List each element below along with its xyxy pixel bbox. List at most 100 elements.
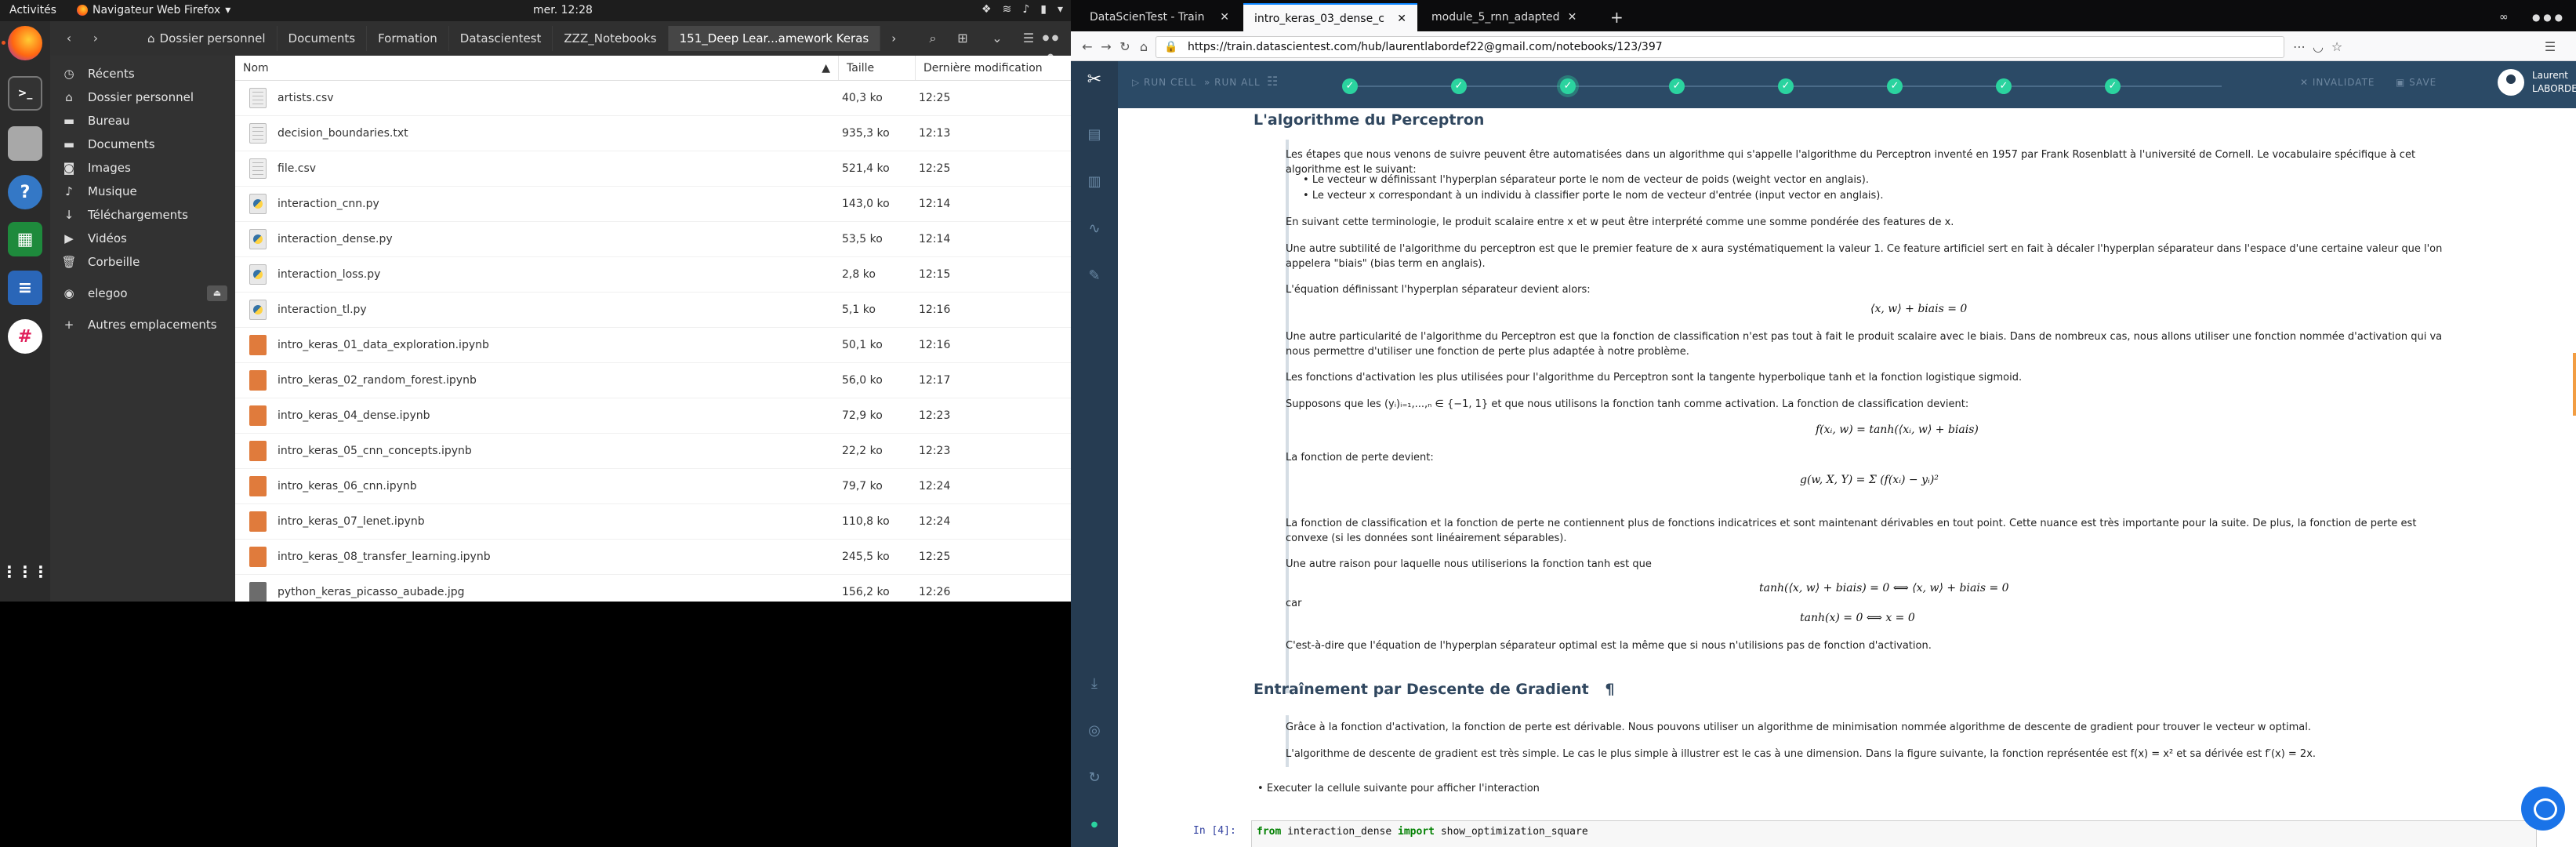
step-current[interactable]: ✓ [1560, 78, 1576, 94]
code-cell[interactable]: from interaction_dense import show_optim… [1251, 820, 2537, 847]
clock[interactable]: mer. 12:28 [533, 4, 593, 16]
run-all-button[interactable]: » RUN ALL [1204, 77, 1261, 88]
tab-datascientest[interactable]: DataScienTest - Train ✕ [1079, 3, 1240, 31]
window-controls[interactable]: ● ● ● [1041, 29, 1060, 61]
step-done[interactable]: ✓ [1451, 78, 1467, 94]
files-icon[interactable] [8, 126, 42, 161]
table-row[interactable]: interaction_loss.py 2,8 ko 12:15 [235, 257, 1071, 293]
step-done[interactable]: ✓ [1342, 78, 1358, 94]
list-icon[interactable]: ☷ [1267, 74, 1279, 89]
activities-button[interactable]: Activités [9, 4, 56, 16]
show-applications-icon[interactable]: ⋮⋮⋮ [2, 554, 49, 589]
scrollbar[interactable] [2573, 353, 2576, 416]
step-done[interactable]: ✓ [1669, 78, 1685, 94]
column-size[interactable]: Taille [839, 56, 916, 80]
help-icon[interactable]: ? [8, 175, 42, 209]
sidebar-item-elegoo[interactable]: ◉ elegoo ⏏ [50, 282, 235, 305]
breadcrumb-item[interactable]: Formation [367, 26, 449, 51]
battery-icon[interactable]: ▮ [1040, 3, 1047, 16]
breadcrumb-item[interactable]: Documents [278, 26, 368, 51]
sidebar-item-telechargements[interactable]: ↓ Téléchargements [50, 203, 235, 227]
step-done[interactable]: ✓ [2105, 78, 2121, 94]
terminal-icon[interactable]: >_ [8, 76, 42, 111]
table-row[interactable]: intro_keras_08_transfer_learning.ipynb 24… [235, 540, 1071, 575]
table-row[interactable]: intro_keras_02_random_forest.ipynb 56,0 k… [235, 363, 1071, 398]
sort-options-icon[interactable]: ⌄ [988, 29, 1007, 48]
table-row[interactable]: intro_keras_06_cnn.ipynb 79,7 ko 12:24 [235, 469, 1071, 504]
save-button[interactable]: ▣ SAVE [2396, 77, 2436, 88]
forward-icon[interactable]: › [86, 29, 105, 48]
url-bar[interactable]: 🔒 https://train.datascientest.com/hub/lau… [1156, 36, 2284, 58]
invalidate-button[interactable]: ✕ INVALIDATE [2300, 77, 2375, 88]
sidebar-item-bureau[interactable]: ▬ Bureau [50, 109, 235, 133]
stats-icon[interactable]: ∿ [1083, 218, 1105, 240]
sidebar-item-other-locations[interactable]: + Autres emplacements [50, 313, 235, 336]
table-row[interactable]: intro_keras_05_cnn_concepts.ipynb 22,2 ko… [235, 434, 1071, 469]
datascientest-logo-icon[interactable]: ✂ [1083, 69, 1105, 91]
table-row[interactable]: artists.csv 40,3 ko 12:25 [235, 81, 1071, 116]
table-row[interactable]: intro_keras_04_dense.ipynb 72,9 ko 12:23 [235, 398, 1071, 434]
wifi-icon[interactable]: ≋ [1003, 3, 1012, 16]
notebooks-icon[interactable]: ▤ [1083, 124, 1105, 146]
breadcrumb-home[interactable]: ⌂ Dossier personnel [136, 26, 278, 51]
dropbox-icon[interactable]: ❖ [981, 3, 992, 16]
help-icon[interactable]: ◎ [1083, 720, 1105, 742]
table-row[interactable]: intro_keras_07_lenet.ipynb 110,8 ko 12:24 [235, 504, 1071, 540]
eject-icon[interactable]: ⏏ [207, 285, 227, 301]
sidebar-item-documents[interactable]: ▬ Documents [50, 133, 235, 156]
page-actions-icon[interactable]: ⋯ [2291, 38, 2308, 56]
close-icon[interactable]: ✕ [1397, 5, 1406, 31]
menu-icon[interactable]: ☰ [1019, 29, 1038, 48]
search-icon[interactable]: ⌕ [923, 29, 942, 48]
sidebar-item-home[interactable]: ⌂ Dossier personnel [50, 85, 235, 109]
sidebar-item-images[interactable]: ◙ Images [50, 156, 235, 180]
table-row[interactable]: interaction_dense.py 53,5 ko 12:14 [235, 222, 1071, 257]
sidebar-item-videos[interactable]: ▶ Vidéos [50, 227, 235, 250]
close-icon[interactable]: ✕ [1568, 3, 1577, 31]
column-name[interactable]: Nom ▲ [235, 56, 839, 80]
table-row[interactable]: python_keras_picasso_aubade.jpg 156,2 ko 1… [235, 575, 1071, 602]
pocket-icon[interactable]: ◡ [2309, 38, 2327, 56]
table-row[interactable]: interaction_tl.py 5,1 ko 12:16 [235, 293, 1071, 328]
bookmark-star-icon[interactable]: ☆ [2328, 38, 2346, 56]
column-modified[interactable]: Dernière modification [916, 56, 1071, 80]
firefox-icon[interactable] [2, 26, 42, 60]
window-controls[interactable]: ● ● ● [2521, 3, 2574, 31]
back-icon[interactable]: ← [1079, 38, 1096, 56]
breadcrumb-item[interactable]: ZZZ_Notebooks [553, 26, 669, 51]
breadcrumb-item[interactable]: Datascientest [449, 26, 553, 51]
step-done[interactable]: ✓ [1996, 78, 2012, 94]
tab-module-5[interactable]: module_5_rnn_adapted ✕ [1420, 3, 1576, 31]
libreoffice-calc-icon[interactable]: ▦ [8, 222, 42, 256]
tab-intro-keras[interactable]: intro_keras_03_dense_c ✕ [1243, 3, 1417, 31]
libreoffice-writer-icon[interactable]: ≡ [8, 271, 42, 305]
files-icon[interactable]: ▥ [1083, 171, 1105, 193]
step-done[interactable]: ✓ [1887, 78, 1903, 94]
close-icon[interactable]: ✕ [1220, 3, 1229, 31]
chevron-down-icon[interactable]: ▾ [1058, 3, 1063, 16]
new-tab-icon[interactable]: + [1599, 3, 1634, 31]
step-done[interactable]: ✓ [1778, 78, 1794, 94]
sidebar-item-musique[interactable]: ♪ Musique [50, 180, 235, 203]
breadcrumb-more-icon[interactable]: › [880, 26, 907, 51]
table-row[interactable]: intro_keras_01_data_exploration.ipynb 50,… [235, 328, 1071, 363]
refresh-icon[interactable]: ↻ [1083, 767, 1105, 789]
user-menu[interactable]: Laurent LABORDE [2498, 69, 2576, 96]
volume-icon[interactable]: ♪ [1022, 3, 1029, 16]
back-icon[interactable]: ‹ [60, 29, 78, 48]
chat-icon[interactable] [2521, 787, 2565, 831]
edit-icon[interactable]: ✎ [1083, 265, 1105, 287]
sidebar-item-corbeille[interactable]: 🗑 Corbeille [50, 250, 235, 274]
slack-icon[interactable]: # [8, 319, 42, 354]
table-row[interactable]: interaction_cnn.py 143,0 ko 12:14 [235, 187, 1071, 222]
sidebar-item-recents[interactable]: ◷ Récents [50, 62, 235, 85]
system-tray[interactable]: ❖ ≋ ♪ ▮ ▾ [981, 3, 1063, 16]
table-row[interactable]: decision_boundaries.txt 935,3 ko 12:13 [235, 116, 1071, 151]
app-menu[interactable]: Navigateur Web Firefox ▾ [77, 4, 230, 16]
table-row[interactable]: file.csv 521,4 ko 12:25 [235, 151, 1071, 187]
view-options-icon[interactable]: ⊞ [953, 29, 972, 48]
anchor-link[interactable]: ¶ [1605, 681, 1614, 698]
download-icon[interactable]: ⤓ [1083, 673, 1105, 695]
reload-icon[interactable]: ↻ [1116, 38, 1134, 56]
breadcrumb-current[interactable]: 151_Deep Lear...amework Keras [668, 26, 881, 51]
